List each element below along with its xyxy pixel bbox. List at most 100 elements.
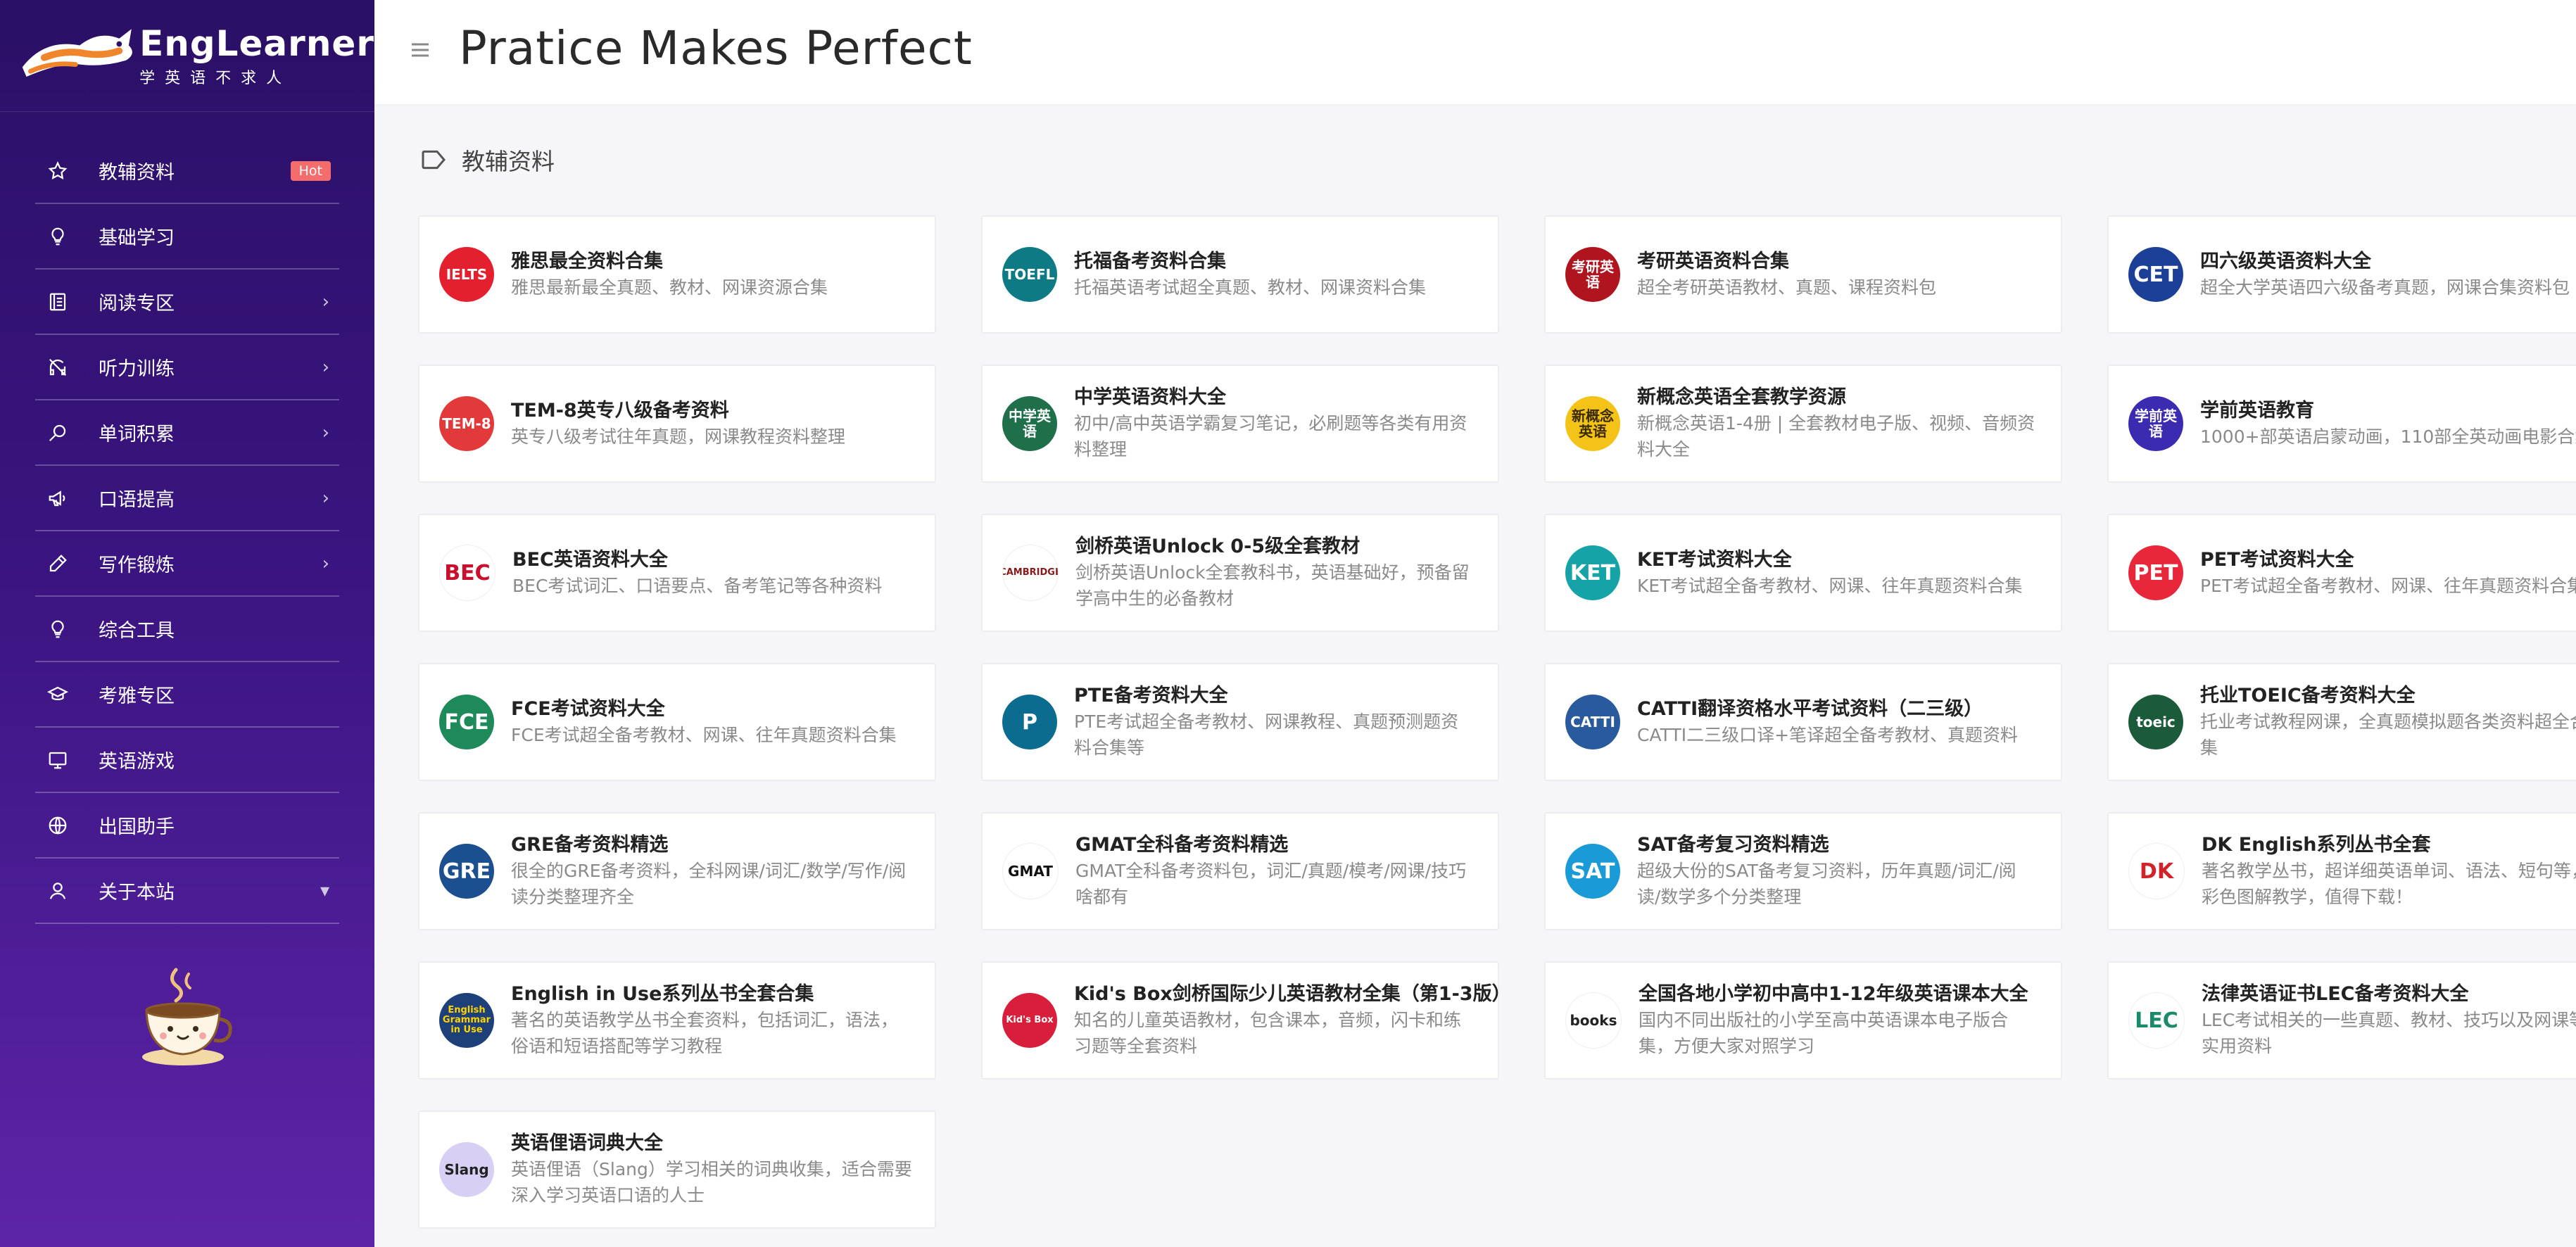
resource-card[interactable]: FCE FCE考试资料大全 FCE考试超全备考教材、网课、往年真题资料合集 [418,663,936,781]
resource-title: 全国各地小学初中高中1-12年级英语课本大全 [1639,983,2028,1005]
sidebar-item-label: 综合工具 [99,620,175,642]
sidebar-item-tools[interactable]: 综合工具 [35,597,339,662]
resource-card[interactable]: 学前英语 学前英语教育 1000+部英语启蒙动画，110部全英动画电影合集 [2107,365,2576,483]
resource-description: KET考试超全备考教材、网课、往年真题资料合集 [1637,575,2023,596]
resource-card[interactable]: CATTI CATTI翻译资格水平考试资料（二三级） CATTI二三级口译+笔译超全… [1544,663,2062,781]
resource-card[interactable]: TOEFL 托福备考资料合集 托福英语考试超全真题、教材、网课资料合集 [981,215,1499,334]
hot-badge: Hot [290,160,331,181]
resource-title: TEM-8英专八级备考资料 [511,399,729,422]
resource-logo-icon: 中学英语 [1002,396,1057,451]
resource-logo-icon: English Grammar in Use [439,993,494,1048]
resource-card[interactable]: GRE GRE备考资料精选 很全的GRE备考资料，全科网课/词汇/数学/写作/阅读分… [418,812,936,930]
resource-logo-icon: BEC [439,545,495,601]
megaphone-icon [45,486,70,511]
resource-title: 学前英语教育 [2200,399,2314,422]
resource-card[interactable]: English Grammar in Use English in Use系列丛书… [418,961,936,1080]
resource-logo-icon: DK [2128,843,2185,899]
resource-description: CATTI二三级口译+笔译超全备考教材、真题资料 [1637,724,2019,745]
sidebar-item-about[interactable]: 关于本站 ▾ [35,859,339,924]
resource-card[interactable]: TEM-8 TEM-8英专八级备考资料 英专八级考试往年真题，网课教程资料整理 [418,365,936,483]
menu-toggle-icon[interactable] [410,39,431,61]
sidebar-item-ielts-zone[interactable]: 考雅专区 [35,662,339,728]
resource-card[interactable]: LEC 法律英语证书LEC备考资料大全 LEC考试相关的一些真题、教材、技巧以及网课… [2107,961,2576,1080]
sidebar-item-vocabulary[interactable]: 单词积累 › [35,400,339,466]
resource-description: 超级大份的SAT备考复习资料，历年真题/词汇/阅读/数学多个分类整理 [1637,861,2016,907]
resource-card[interactable]: SAT SAT备考复习资料精选超级大份的SAT备考复习资料，历年真题/词汇/阅读/… [1544,812,2062,930]
sidebar-item-teaching-materials[interactable]: 教辅资料 Hot [35,139,339,204]
resource-logo-icon: books [1565,992,1622,1049]
section-title: 教辅资料 [462,148,555,175]
resource-card[interactable]: KET KET考试资料大全 KET考试超全备考教材、网课、往年真题资料合集 [1544,514,2062,632]
resource-description: 托业考试教程网课，全真题模拟题各类资料超全合集 [2200,711,2576,758]
resource-description: 托福英语考试超全真题、教材、网课资料合集 [1074,277,1427,298]
sidebar-item-reading[interactable]: 阅读专区 › [35,270,339,335]
search-icon [45,420,70,445]
resource-card[interactable]: 新概念英语 新概念英语全套教学资源 新概念英语1-4册 | 全套教材电子版、视频、音… [1544,365,2062,483]
resource-card[interactable]: GMAT GMAT全科备考资料精选 GMAT全科备考资料包，词汇/真题/模考/网课/… [981,812,1499,930]
resource-card[interactable]: 中学英语 中学英语资料大全 初中/高中英语学霸复习笔记，必刷题等各类有用资料整理 [981,365,1499,483]
resource-logo-icon: GMAT [1002,843,1059,899]
sidebar-item-games[interactable]: 英语游戏 [35,728,339,793]
resource-title: 英语俚语词典大全 [511,1132,663,1154]
resource-description: 英语俚语（Slang）学习相关的词典收集，适合需要深入学习英语口语的人士 [511,1159,912,1205]
sidebar-item-basic-learning[interactable]: 基础学习 [35,204,339,270]
sidebar-item-label: 听力训练 [99,358,175,380]
resource-description: 著名的英语教学丛书全套资料，包括词汇，语法，俗语和短语搭配等学习教程 [511,1010,899,1056]
resource-description: 国内不同出版社的小学至高中英语课本电子版合集，方便大家对照学习 [1639,1010,2009,1056]
resource-logo-icon: toeic [2128,695,2183,749]
resource-logo-icon: SAT [1565,844,1620,899]
bulb-icon [45,224,70,249]
resource-description: 剑桥英语Unlock全套教科书，英语基础好，预备留学高中生的必备教材 [1075,562,1470,609]
resource-logo-icon: LEC [2128,992,2185,1049]
resource-card[interactable]: Kid's Box Kid's Box剑桥国际少儿英语教材全集（第1-3版） 知名的… [981,961,1511,1080]
resource-description: 新概念英语1-4册 | 全套教材电子版、视频、音频资料大全 [1637,413,2035,460]
brand[interactable]: EngLearner 学英语不求人 [0,0,374,112]
resource-card[interactable]: BEC BEC英语资料大全 BEC考试词汇、口语要点、备考笔记等各种资料 [418,514,936,632]
resource-description: PET考试超全备考教材、网课、往年真题资料合集 [2200,575,2576,596]
resource-title: Kid's Box剑桥国际少儿英语教材全集（第1-3版） [1074,983,1511,1005]
resource-title: 法律英语证书LEC备考资料大全 [2202,983,2469,1005]
chevron-right-icon: › [322,487,329,509]
brand-name: EngLearner [139,23,374,64]
resource-description: BEC考试词汇、口语要点、备考笔记等各种资料 [512,575,883,596]
sidebar-item-speaking[interactable]: 口语提高 › [35,466,339,531]
section-heading: 教辅资料 [419,143,555,177]
resource-title: GRE备考资料精选 [511,834,669,856]
coffee-cup-mascot-icon [142,968,232,1065]
sidebar-item-listening[interactable]: 听力训练 › [35,335,339,400]
brand-tagline: 学英语不求人 [139,70,292,87]
resource-logo-icon: FCE [439,695,494,749]
resource-card[interactable]: CAMBRIDGE 剑桥英语Unlock 0-5级全套教材 剑桥英语Unlock全套… [981,514,1499,632]
resource-card[interactable]: books 全国各地小学初中高中1-12年级英语课本大全国内不同出版社的小学至高中… [1544,961,2062,1080]
sidebar-item-abroad[interactable]: 出国助手 [35,793,339,859]
sidebar-item-writing[interactable]: 写作锻炼 › [35,531,339,597]
resource-card[interactable]: PET PET考试资料大全 PET考试超全备考教材、网课、往年真题资料合集 [2107,514,2576,632]
resource-title: SAT备考复习资料精选 [1637,834,1829,856]
resource-card[interactable]: CET 四六级英语资料大全 超全大学英语四六级备考真题，网课合集资料包 [2107,215,2576,334]
flying-cat-logo-icon [22,29,132,77]
sidebar-item-label: 口语提高 [99,489,175,511]
resource-description: GMAT全科备考资料包，词汇/真题/模考/网课/技巧啥都有 [1075,861,1467,907]
chevron-right-icon: › [322,552,329,574]
bulb-icon [45,616,70,642]
resource-title: 四六级英语资料大全 [2200,250,2371,272]
chevron-right-icon: › [322,422,329,443]
resource-card[interactable]: IELTS 雅思最全资料合集 雅思最新最全真题、教材、网课资源合集 [418,215,936,334]
star-icon [45,158,70,184]
resource-title: FCE考试资料大全 [511,697,665,720]
resource-logo-icon: 新概念英语 [1565,396,1620,451]
resource-card[interactable]: 考研英语 考研英语资料合集 超全考研英语教材、真题、课程资料包 [1544,215,2062,334]
resource-card[interactable]: P PTE备考资料大全 PTE考试超全备考教材、网课教程、真题预测题资料合集等 [981,663,1499,781]
resource-logo-icon: CAMBRIDGE [1002,545,1059,601]
globe-icon [45,813,70,838]
resource-logo-icon: CET [2128,247,2183,302]
resource-card[interactable]: toeic 托业TOEIC备考资料大全 托业考试教程网课，全真题模拟题各类资料超全合… [2107,663,2576,781]
pen-icon [45,551,70,576]
resource-card[interactable]: Slang 英语俚语词典大全 英语俚语（Slang）学习相关的词典收集，适合需要深入… [418,1110,936,1229]
resource-title: CATTI翻译资格水平考试资料（二三级） [1637,697,1983,720]
resource-logo-icon: Kid's Box [1002,993,1057,1048]
resource-card[interactable]: DK DK English系列丛书全套 著名教学丛书，超详细英语单词、语法、短句等，… [2107,812,2576,930]
tag-icon [422,150,446,170]
resource-title: GMAT全科备考资料精选 [1075,834,1289,856]
monitor-icon [45,747,70,773]
